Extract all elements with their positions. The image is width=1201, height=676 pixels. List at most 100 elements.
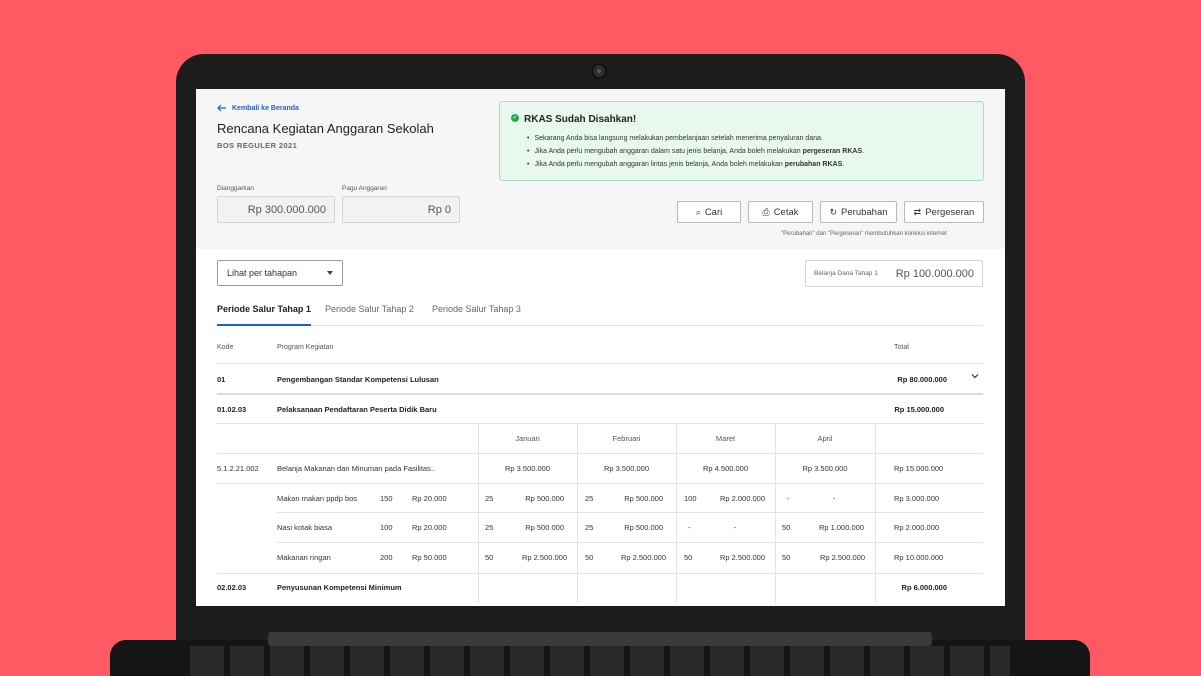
divider: [217, 423, 983, 424]
item-month-qty: 50: [782, 523, 791, 532]
tab-period-1[interactable]: Periode Salur Tahap 1: [217, 304, 311, 326]
period-tabs: Periode Salur Tahap 1 Periode Salur Taha…: [217, 300, 983, 326]
stage-select-value: Lihat per tahapan: [227, 268, 298, 278]
planned-value: Rp 300.000.000: [217, 196, 335, 223]
refresh-icon: ↻: [829, 206, 838, 217]
program-code: 01: [217, 375, 226, 384]
divider: [217, 573, 983, 574]
page-subtitle: BOS REGULER 2021: [217, 141, 298, 150]
item-month-amount: Rp 2.500.000: [620, 553, 666, 562]
item-price: Rp 20.000: [412, 523, 447, 532]
search-button[interactable]: ⌕ Cari: [677, 201, 741, 223]
page-title: Rencana Kegiatan Anggaran Sekolah: [217, 121, 434, 136]
item-qty: 100: [380, 523, 393, 532]
item-price: Rp 50.000: [412, 553, 447, 562]
stage-total-value: Rp 100.000.000: [895, 268, 974, 280]
item-month-qty: 25: [585, 494, 594, 503]
item-month-amount: Rp 2.500.000: [521, 553, 567, 562]
back-link[interactable]: Kembali ke Beranda: [217, 104, 299, 112]
item-month-qty: 100: [684, 494, 697, 503]
divider: [217, 453, 983, 454]
check-circle-icon: ✓: [511, 114, 519, 122]
activity-name: Penyusunan Kompetensi Minimum: [277, 583, 402, 592]
success-alert: ✓ RKAS Sudah Disahkan! Sekarang Anda bis…: [499, 101, 984, 181]
app-screen: Kembali ke Beranda Rencana Kegiatan Angg…: [196, 89, 1005, 606]
item-month-amount: -: [832, 494, 836, 503]
item-name: Makan makan ppdp bos: [277, 494, 358, 503]
month-header: Februari: [612, 434, 641, 443]
change-button[interactable]: ↻ Perubahan: [820, 201, 897, 223]
col-program-header: Program Kegiatan: [277, 344, 334, 351]
activity-name: Pelaksanaan Pendaftaran Peserta Didik Ba…: [277, 405, 437, 414]
expense-code: 5.1.2.21.002: [217, 464, 259, 473]
stage-select[interactable]: Lihat per tahapan: [217, 260, 343, 286]
item-month-qty: 50: [585, 553, 594, 562]
activity-code: 01.02.03: [217, 405, 247, 414]
ceiling-label: Pagu Anggaran: [342, 185, 387, 192]
month-header: April: [817, 434, 833, 443]
ceiling-value: Rp 0: [342, 196, 460, 223]
month-header: Januari: [515, 434, 540, 443]
tab-period-2[interactable]: Periode Salur Tahap 2: [325, 304, 414, 326]
item-month-amount: Rp 500.000: [525, 523, 564, 532]
item-month-amount: Rp 2.500.000: [719, 553, 765, 562]
alert-item: Jika Anda perlu mengubah anggaran lintas…: [527, 158, 864, 171]
search-icon: ⌕: [695, 206, 701, 217]
item-month-qty: 50: [485, 553, 494, 562]
item-month-qty: 50: [684, 553, 693, 562]
shift-button-label: Pergeseran: [925, 206, 975, 218]
divider: [217, 483, 983, 484]
item-month-amount: Rp 2.000.000: [719, 494, 765, 503]
divider: [217, 363, 983, 364]
grid-line: [775, 423, 776, 603]
item-month-amount: Rp 500.000: [624, 494, 663, 503]
expense-name: Belanja Makanan dan Minuman pada Fasilit…: [277, 464, 436, 473]
alert-title: RKAS Sudah Disahkan!: [524, 114, 637, 125]
print-button[interactable]: ⎙ Cetak: [748, 201, 813, 223]
month-header: Maret: [715, 434, 736, 443]
item-month-qty: 50: [782, 553, 791, 562]
divider: [217, 393, 983, 395]
internet-note: "Perubahan" dan "Pergeseran" membutuhkan…: [781, 231, 947, 237]
grid-line: [478, 423, 479, 603]
laptop-hinge: [268, 632, 932, 646]
item-month-qty: 25: [485, 523, 494, 532]
item-month-amount: Rp 1.000.000: [818, 523, 864, 532]
program-name: Pengembangan Standar Kompetensi Lulusan: [277, 375, 439, 384]
item-month-amount: -: [733, 523, 737, 532]
program-total: Rp 80.000.000: [897, 375, 947, 384]
tab-period-3[interactable]: Periode Salur Tahap 3: [432, 304, 521, 326]
change-button-label: Perubahan: [841, 206, 888, 218]
activity-total: Rp 15.000.000: [894, 405, 944, 414]
item-price: Rp 20.000: [412, 494, 447, 503]
caret-down-icon: [327, 271, 333, 275]
keyboard: [190, 646, 1010, 676]
search-button-label: Cari: [704, 206, 723, 218]
expense-total: Rp 15.000.000: [894, 464, 944, 473]
item-month-amount: Rp 500.000: [624, 523, 663, 532]
item-month-amount: Rp 500.000: [525, 494, 564, 503]
grid-line: [875, 423, 876, 603]
arrow-left-icon: [217, 104, 226, 112]
grid-line: [577, 423, 578, 603]
print-button-label: Cetak: [773, 206, 799, 218]
chevron-down-icon[interactable]: [971, 372, 979, 380]
swap-icon: ⇄: [913, 206, 922, 217]
alert-list: Sekarang Anda bisa langsung melakukan pe…: [527, 132, 864, 171]
stage-total-label: Belanja Dana Tahap 1: [814, 270, 878, 277]
expense-month-total: Rp 4.500.000: [702, 464, 749, 473]
item-qty: 200: [380, 553, 393, 562]
printer-icon: ⎙: [762, 206, 770, 217]
item-total: Rp 3.000.000: [894, 494, 940, 503]
item-total: Rp 2.000.000: [894, 523, 940, 532]
shift-button[interactable]: ⇄ Pergeseran: [904, 201, 984, 223]
grid-line: [676, 423, 677, 603]
item-name: Makanan ringan: [277, 553, 331, 562]
activity-code: 02.02.03: [217, 583, 247, 592]
col-code-header: Kode: [217, 344, 234, 351]
webcam: [591, 63, 607, 79]
expense-month-total: Rp 3.500.000: [603, 464, 650, 473]
item-name: Nasi kotak biasa: [277, 523, 333, 532]
alert-item: Sekarang Anda bisa langsung melakukan pe…: [527, 132, 864, 145]
expense-month-total: Rp 3.500.000: [802, 464, 848, 473]
